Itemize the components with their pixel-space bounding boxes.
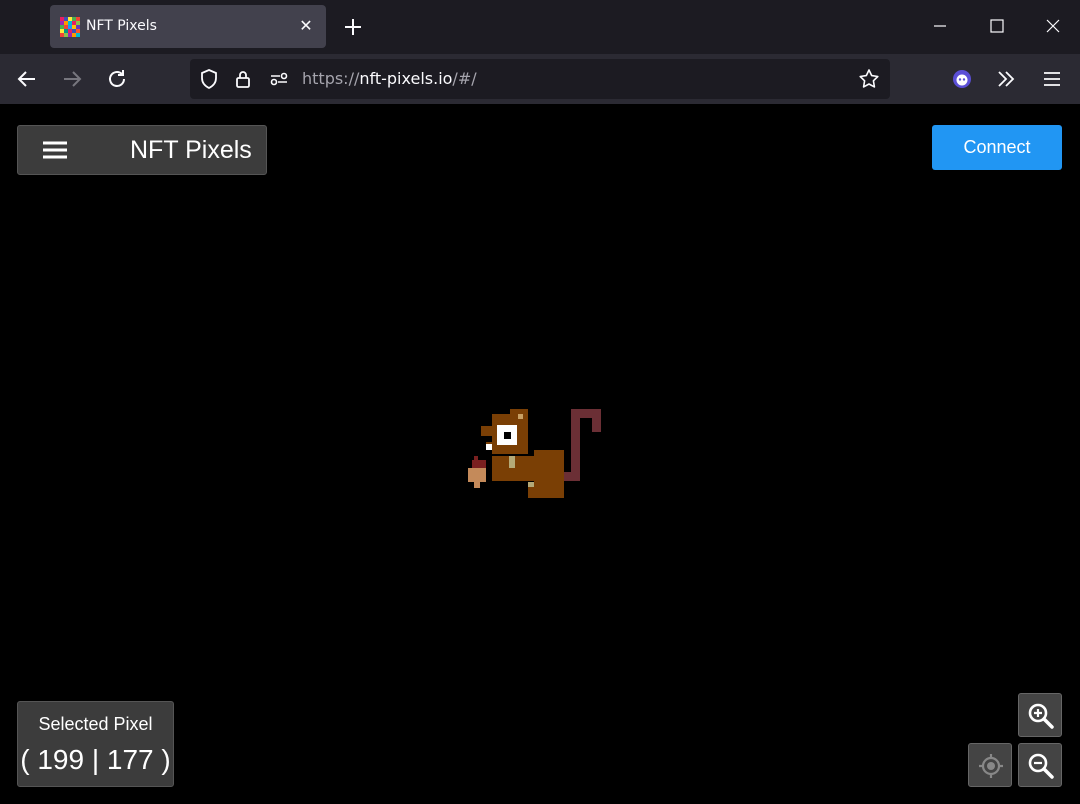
- connect-button[interactable]: Connect: [932, 125, 1062, 170]
- tab-title: NFT Pixels: [86, 18, 157, 34]
- zoom-in-button[interactable]: [1018, 693, 1062, 737]
- url-scheme: https://: [302, 69, 360, 88]
- permissions-icon[interactable]: [267, 67, 291, 91]
- app-header-card: NFT Pixels: [17, 125, 267, 175]
- browser-tabstrip: NFT Pixels ✕: [0, 0, 1080, 54]
- url-host: nft-pixels.io: [359, 69, 453, 88]
- locate-button[interactable]: [968, 743, 1012, 787]
- zoom-in-icon: [1028, 703, 1054, 729]
- zoom-out-button[interactable]: [1018, 743, 1062, 787]
- url-text[interactable]: https://nft-pixels.io/#/: [302, 59, 477, 99]
- selected-pixel-label: Selected Pixel: [38, 714, 153, 734]
- extension-icon[interactable]: [949, 66, 975, 92]
- app-title: NFT Pixels: [130, 136, 252, 164]
- squirrel-pixel-art: [468, 409, 601, 498]
- url-path: /#/: [452, 69, 477, 88]
- reload-icon[interactable]: [104, 66, 130, 92]
- lock-icon[interactable]: [231, 67, 255, 91]
- favicon-icon: [60, 17, 80, 37]
- pixel-canvas[interactable]: [464, 404, 604, 504]
- selected-pixel-coords: ( 199 | 177 ): [20, 744, 171, 775]
- browser-navbar: https://nft-pixels.io/#/: [0, 54, 1080, 104]
- selected-pixel-card: Selected Pixel ( 199 | 177 ): [17, 701, 174, 787]
- back-icon[interactable]: [14, 66, 40, 92]
- zoom-out-icon: [1028, 753, 1054, 779]
- app-viewport: NFT Pixels Connect Selected Pixel (199 …: [0, 104, 1080, 804]
- chevrons-right-icon[interactable]: [993, 66, 1019, 92]
- browser-tab[interactable]: NFT Pixels ✕: [50, 5, 326, 48]
- minimize-icon[interactable]: [925, 12, 955, 42]
- app-menu-icon[interactable]: [1039, 66, 1065, 92]
- hamburger-icon[interactable]: [42, 139, 68, 161]
- tab-close-icon[interactable]: ✕: [296, 17, 316, 37]
- maximize-icon[interactable]: [982, 12, 1012, 42]
- url-bar[interactable]: https://nft-pixels.io/#/: [190, 59, 890, 99]
- forward-icon[interactable]: [59, 66, 85, 92]
- new-tab-icon[interactable]: [340, 14, 366, 40]
- crosshair-icon: [979, 754, 1003, 778]
- bookmark-star-icon[interactable]: [857, 67, 881, 91]
- window-close-icon[interactable]: [1038, 12, 1068, 42]
- shield-icon[interactable]: [197, 67, 221, 91]
